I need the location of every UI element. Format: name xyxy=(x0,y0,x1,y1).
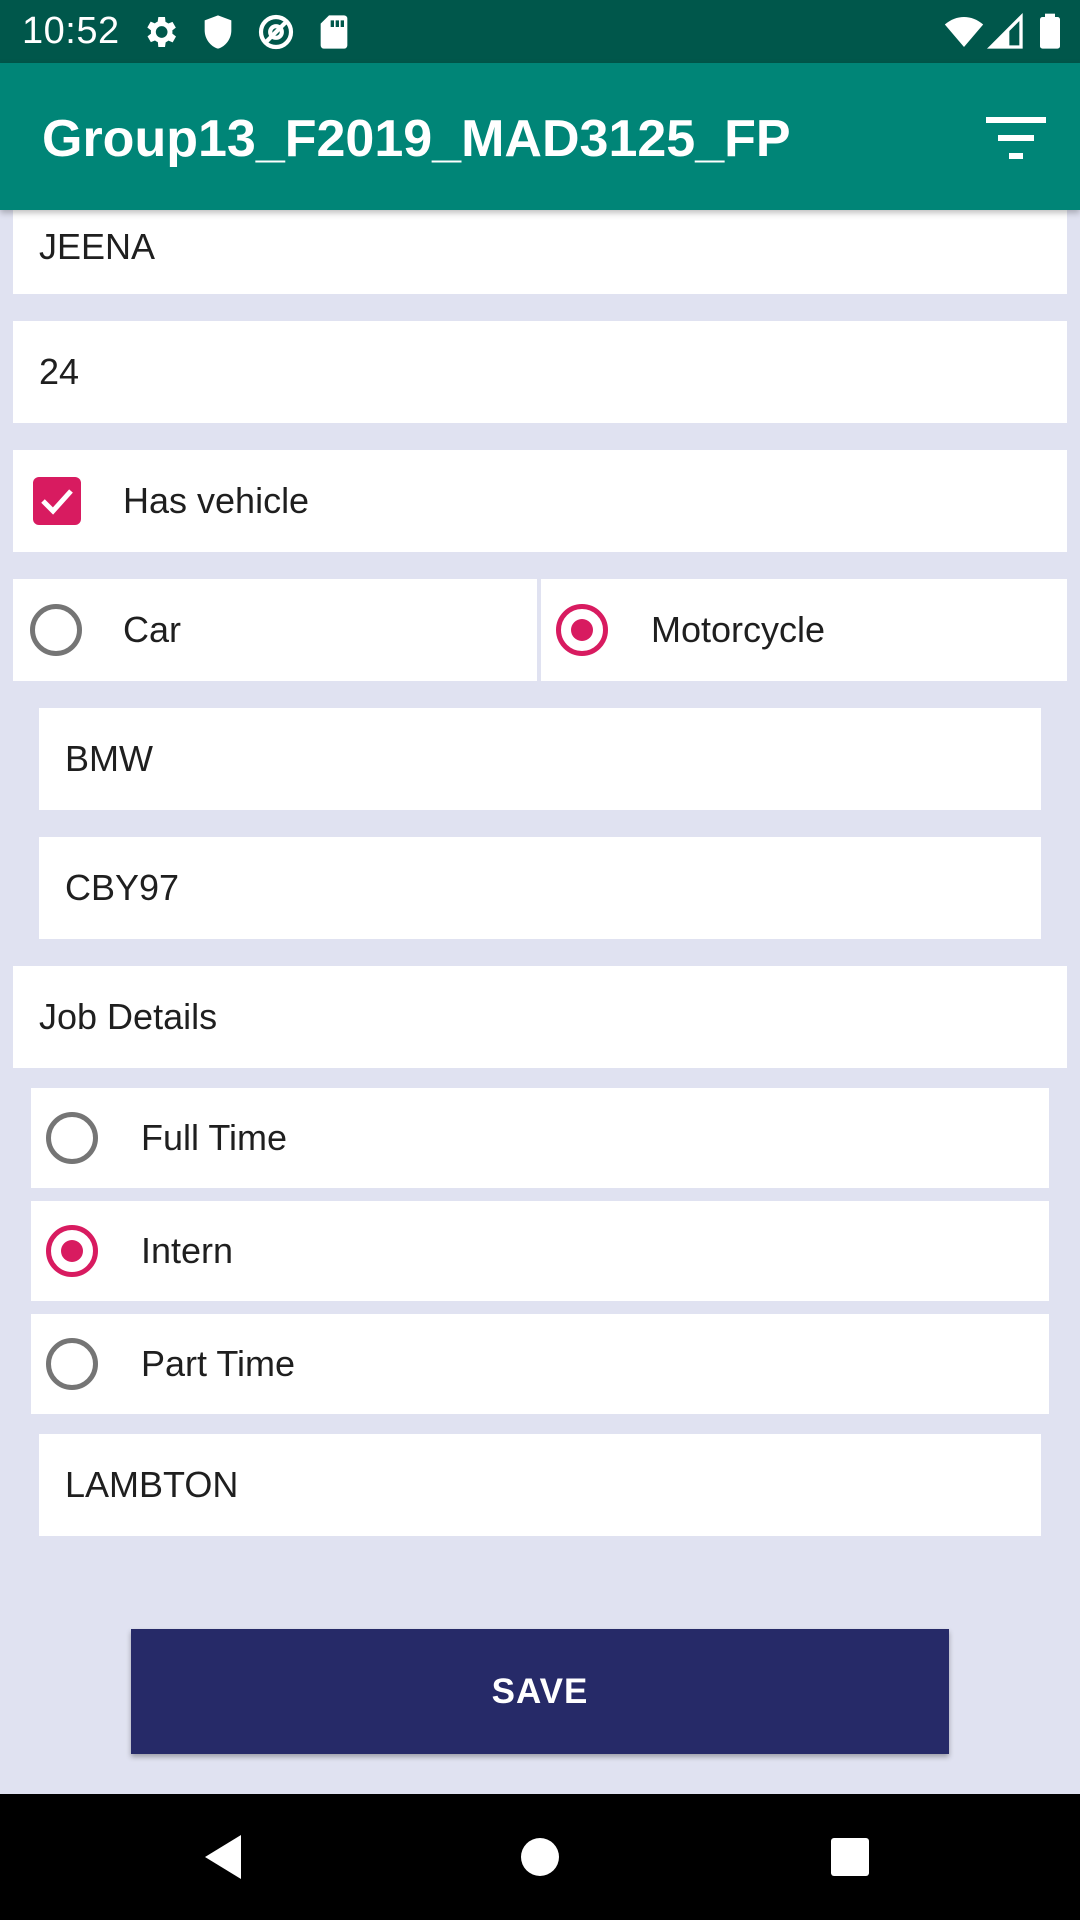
vehicle-make-value: BMW xyxy=(65,738,153,779)
name-value: JEENA xyxy=(39,226,156,267)
at-sign-icon xyxy=(258,14,294,50)
signal-icon xyxy=(986,12,1023,49)
intern-radio[interactable]: Intern xyxy=(31,1201,1049,1301)
name-field[interactable]: JEENA xyxy=(13,200,1067,294)
radio-unselected-icon[interactable] xyxy=(46,1112,98,1164)
motorcycle-label: Motorcycle xyxy=(651,609,826,650)
car-radio[interactable]: Car xyxy=(13,579,537,681)
has-vehicle-label: Has vehicle xyxy=(123,480,310,521)
age-field[interactable]: 24 xyxy=(13,321,1067,423)
radio-unselected-icon[interactable] xyxy=(30,604,82,656)
vehicle-make-field[interactable]: BMW xyxy=(39,708,1041,810)
battery-icon xyxy=(1040,13,1060,49)
shield-icon xyxy=(204,15,232,49)
app-title: Group13_F2019_MAD3125_FP xyxy=(42,110,791,168)
part-time-label: Part Time xyxy=(141,1343,296,1384)
school-field[interactable]: LAMBTON xyxy=(39,1434,1041,1536)
status-bar: 10:52 xyxy=(0,0,1080,63)
wifi-icon xyxy=(944,17,984,47)
school-value: LAMBTON xyxy=(65,1464,239,1505)
status-time: 10:52 xyxy=(22,10,120,52)
checkbox-icon[interactable] xyxy=(33,477,81,525)
checkmark-icon xyxy=(41,489,73,515)
motorcycle-radio[interactable]: Motorcycle xyxy=(541,579,1067,681)
plate-field[interactable]: CBY97 xyxy=(39,837,1041,939)
recents-icon[interactable] xyxy=(820,1827,880,1887)
home-icon[interactable] xyxy=(510,1827,570,1887)
radio-unselected-icon[interactable] xyxy=(46,1338,98,1390)
has-vehicle-checkbox[interactable]: Has vehicle xyxy=(13,450,1067,552)
car-label: Car xyxy=(123,609,182,650)
filter-icon[interactable] xyxy=(980,103,1052,175)
full-time-radio[interactable]: Full Time xyxy=(31,1088,1049,1188)
app-bar: Group13_F2019_MAD3125_FP xyxy=(0,63,1080,210)
part-time-radio[interactable]: Part Time xyxy=(31,1314,1049,1414)
radio-selected-icon[interactable] xyxy=(556,604,608,656)
plate-value: CBY97 xyxy=(65,867,180,908)
sd-card-icon xyxy=(320,15,348,49)
job-details-row: Job Details xyxy=(13,966,1067,1068)
age-value: 24 xyxy=(39,351,80,392)
save-button[interactable]: SAVE xyxy=(131,1629,949,1754)
back-icon[interactable] xyxy=(195,1827,255,1887)
intern-label: Intern xyxy=(141,1230,234,1271)
job-details-label: Job Details xyxy=(39,996,218,1037)
nav-bar xyxy=(0,1794,1080,1920)
radio-selected-icon[interactable] xyxy=(46,1225,98,1277)
full-time-label: Full Time xyxy=(141,1117,288,1158)
gear-icon xyxy=(147,17,176,47)
